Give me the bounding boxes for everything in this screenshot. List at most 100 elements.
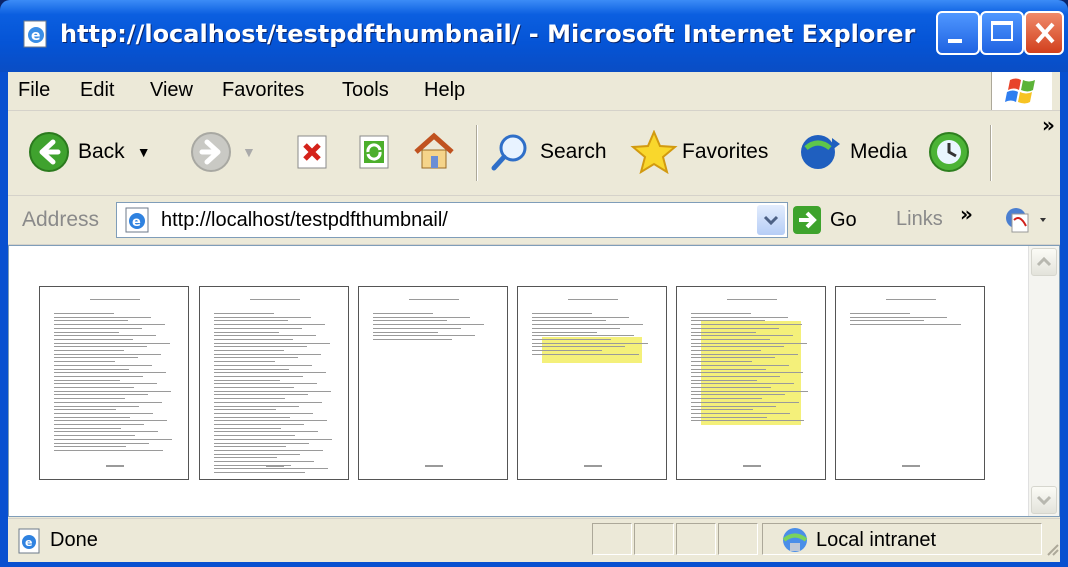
thumbnail-text-line — [54, 364, 152, 366]
thumbnail-text-line — [54, 368, 129, 370]
pdf-page-thumbnail[interactable] — [517, 286, 667, 480]
thumbnail-page-number — [425, 465, 443, 467]
menu-view[interactable]: View — [150, 79, 193, 102]
thumbnail-text-line — [214, 387, 294, 388]
status-pane — [592, 523, 632, 555]
forward-button[interactable]: ▼ — [190, 121, 256, 183]
home-button[interactable] — [412, 121, 456, 183]
thumbnail-text-line — [214, 446, 286, 448]
menu-edit[interactable]: Edit — [80, 79, 114, 102]
history-icon — [929, 132, 969, 172]
back-arrow-icon — [29, 132, 69, 172]
thumbnail-text-line — [54, 361, 115, 363]
thumbnail-text-line — [214, 364, 312, 366]
chevron-down-icon — [763, 215, 779, 226]
thumbnail-text-line — [532, 313, 592, 314]
thumbnail-text-line — [850, 320, 924, 322]
thumbnail-text-line — [691, 409, 753, 411]
thumbnail-text-line — [691, 401, 799, 403]
menu-bar: File Edit View Favorites Tools Help — [8, 72, 1060, 111]
thumbnail-header-line — [90, 299, 140, 300]
stop-button[interactable] — [292, 121, 332, 183]
history-button[interactable] — [926, 121, 972, 183]
thumbnail-text-line — [54, 401, 162, 403]
pdf-page-thumbnail[interactable] — [199, 286, 349, 480]
maximize-button[interactable] — [980, 11, 1024, 55]
thumbnail-text-line — [214, 412, 313, 414]
search-icon — [491, 134, 527, 171]
thumbnail-text-line — [214, 313, 274, 314]
title-bar[interactable]: e http://localhost/testpdfthumbnail/ - M… — [0, 0, 1068, 72]
thumbnail-text-line — [532, 316, 629, 318]
client-area: File Edit View Favorites Tools Help Back… — [8, 72, 1060, 567]
go-button[interactable]: Go — [792, 202, 857, 238]
menu-tools[interactable]: Tools — [342, 79, 389, 102]
thumbnail-text-line — [54, 353, 161, 355]
pdf-page-thumbnail[interactable] — [835, 286, 985, 480]
thumbnail-text-line — [214, 346, 307, 348]
pdf-page-thumbnail[interactable] — [39, 286, 189, 480]
thumbnail-text-line — [691, 398, 762, 400]
back-button[interactable]: Back ▼ — [28, 121, 151, 183]
thumbnail-text-line — [532, 335, 634, 337]
window-title: http://localhost/testpdfthumbnail/ - Mic… — [60, 20, 916, 48]
address-dropdown-button[interactable] — [757, 205, 785, 235]
menu-favorites[interactable]: Favorites — [222, 79, 304, 102]
home-icon — [414, 132, 454, 169]
thumbnail-text-line — [532, 353, 639, 355]
resize-grip-icon[interactable] — [1044, 541, 1060, 559]
svg-text:e: e — [31, 28, 41, 44]
thumbnail-text-line — [691, 331, 756, 333]
thumbnail-text-line — [532, 320, 606, 322]
thumbnail-text-line — [214, 327, 302, 329]
thumbnail-text-line — [691, 324, 802, 326]
thumbnail-text-line — [214, 350, 284, 351]
thumbnail-text-line — [373, 324, 484, 326]
refresh-icon — [359, 135, 389, 169]
thumbnail-text-line — [532, 342, 648, 344]
close-button[interactable] — [1024, 11, 1064, 55]
pdf-page-thumbnail[interactable] — [676, 286, 826, 480]
thumbnail-text-line — [54, 342, 170, 344]
thumbnail-text-line — [214, 416, 290, 418]
thumbnail-text-line — [214, 372, 326, 374]
status-pane — [634, 523, 674, 555]
thumbnail-text-line — [373, 313, 433, 314]
windows-flag-icon — [1005, 78, 1035, 104]
address-input[interactable]: e http://localhost/testpdfthumbnail/ — [116, 202, 788, 238]
thumbnail-text-line — [691, 372, 803, 374]
minimize-button[interactable] — [936, 11, 980, 55]
search-button[interactable]: Search — [488, 121, 607, 183]
thumbnail-text-line — [54, 394, 148, 396]
window-border-right — [1060, 72, 1068, 567]
thumbnail-text-line — [214, 438, 332, 440]
thumbnail-text-line — [54, 316, 151, 318]
pdf-tool-button[interactable] — [1002, 204, 1056, 236]
forward-dropdown-icon[interactable]: ▼ — [242, 144, 256, 160]
thumbnail-text-line — [691, 375, 780, 377]
media-button[interactable]: Media — [798, 121, 907, 183]
scroll-up-button[interactable] — [1031, 248, 1057, 276]
back-dropdown-icon[interactable]: ▼ — [137, 144, 151, 160]
status-pane — [718, 523, 758, 555]
menu-file[interactable]: File — [18, 79, 50, 102]
thumbnail-text-line — [214, 368, 289, 370]
links-label[interactable]: Links — [896, 208, 943, 231]
thumbnail-header-line — [250, 299, 300, 300]
thumbnail-text-line — [691, 357, 775, 359]
thumbnail-text-line — [214, 316, 311, 318]
pdf-page-thumbnail[interactable] — [358, 286, 508, 480]
thumbnail-text-line — [691, 320, 765, 322]
vertical-scrollbar[interactable] — [1028, 246, 1059, 516]
favorites-button[interactable]: Favorites — [630, 121, 768, 183]
menu-help[interactable]: Help — [424, 79, 465, 102]
thumbnail-text-line — [214, 357, 298, 359]
thumbnail-text-line — [54, 357, 138, 359]
address-bar: Address e http://localhost/testpdfthumbn… — [8, 196, 1060, 245]
links-chevron-icon[interactable]: » — [960, 202, 973, 226]
refresh-button[interactable] — [354, 121, 394, 183]
thumbnail-text-line — [691, 383, 794, 385]
toolbar-chevron-icon[interactable]: » — [1042, 113, 1055, 137]
thumbnail-text-line — [691, 335, 793, 337]
scroll-down-button[interactable] — [1031, 486, 1057, 514]
